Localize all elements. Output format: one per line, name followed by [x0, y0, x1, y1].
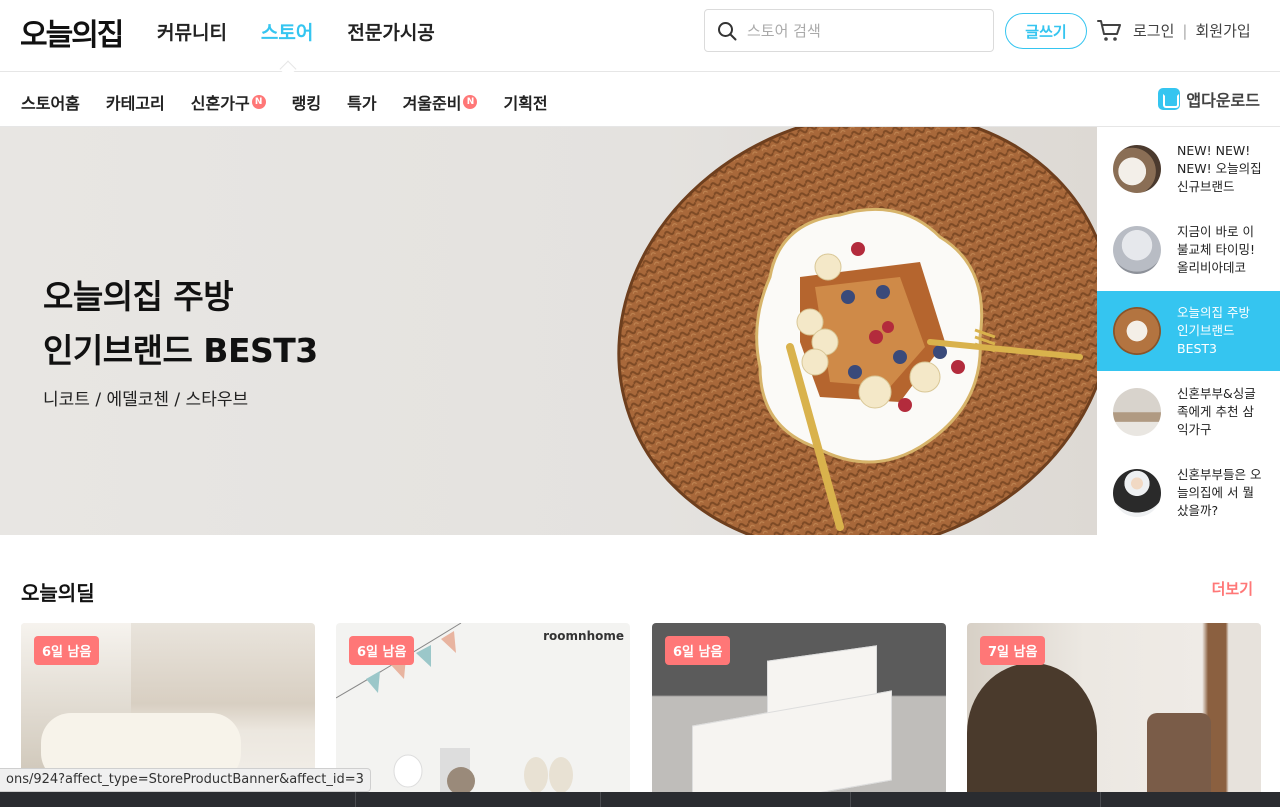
- banner-thumbnail: [1113, 226, 1161, 274]
- app-download-icon: [1158, 88, 1181, 110]
- banner-list-label: NEW! NEW! NEW! 오늘의집 신규브랜드: [1177, 143, 1262, 194]
- banner-list-label: 신혼부부들은 오늘의집에 서 뭘 샀을까?: [1177, 467, 1262, 518]
- hero-banner[interactable]: 오늘의집 주방 인기브랜드 BEST3 니코트 / 에델코첸 / 스타우브: [0, 127, 1097, 535]
- signup-link[interactable]: 회원가입: [1195, 20, 1250, 41]
- subnav-newlywed-furniture[interactable]: 신혼가구 N: [191, 90, 266, 114]
- days-left-badge: 6일 남음: [34, 636, 100, 665]
- deal-card[interactable]: 7일 남음: [967, 623, 1261, 803]
- main-nav: 커뮤니티 스토어 전문가시공: [157, 18, 435, 45]
- new-badge: N: [463, 95, 478, 109]
- banner-list-item[interactable]: 오늘의집 주방 인기브랜드 BEST3: [1097, 291, 1280, 371]
- banner-list-label: 신혼부부&싱글족에게 추천 삼익가구: [1177, 386, 1256, 437]
- search-icon: [718, 21, 737, 40]
- subnav-special-deal[interactable]: 특가: [347, 90, 376, 114]
- hero-food-image: [617, 127, 1097, 535]
- section-title: 오늘의딜: [21, 581, 95, 605]
- app-download-button[interactable]: 앱다운로드: [1158, 87, 1260, 111]
- nav-community[interactable]: 커뮤니티: [157, 18, 227, 45]
- banner-list-item[interactable]: 신혼부부&싱글족에게 추천 삼익가구: [1097, 372, 1280, 452]
- product-image: [692, 690, 892, 803]
- bottom-bar: [0, 792, 1280, 807]
- top-header: 오늘의집 커뮤니티 스토어 전문가시공 글쓰기 로그인 | 회원가입: [0, 0, 1280, 78]
- status-url: ons/924?affect_type=StoreProductBanner&a…: [0, 768, 371, 792]
- banner-thumbnail: [1113, 307, 1161, 355]
- more-link[interactable]: 더보기: [1212, 578, 1253, 599]
- days-left-badge: 6일 남음: [665, 636, 731, 665]
- days-left-badge: 7일 남음: [980, 636, 1046, 665]
- hero-subtitle: 니코트 / 에델코첸 / 스타우브: [43, 390, 249, 410]
- banner-list-item[interactable]: 신혼부부들은 오늘의집에 서 뭘 샀을까?: [1097, 453, 1280, 533]
- hero-title: 오늘의집 주방 인기브랜드 BEST3: [43, 277, 318, 370]
- banner-thumbnail: [1113, 145, 1161, 193]
- banner-list-label: 오늘의집 주방 인기브랜드 BEST3: [1177, 305, 1250, 356]
- banner-list-item[interactable]: 지금이 바로 이불교체 타이밍! 올리비아데코: [1097, 210, 1280, 290]
- deal-card[interactable]: 6일 남음: [652, 623, 946, 803]
- nav-store[interactable]: 스토어: [261, 18, 313, 45]
- auth-separator: |: [1182, 21, 1188, 40]
- new-badge: N: [251, 95, 266, 109]
- banner-thumbnail: [1113, 388, 1161, 436]
- nav-expert[interactable]: 전문가시공: [347, 18, 434, 45]
- search-box[interactable]: [704, 9, 994, 52]
- cart-icon[interactable]: [1096, 17, 1122, 43]
- banner-thumbnail: [1113, 469, 1161, 517]
- search-input[interactable]: [747, 21, 967, 40]
- store-sub-nav: 스토어홈 카테고리 신혼가구 N 랭킹 특가 겨울준비 N 기획전 앱다운로드: [0, 73, 1280, 127]
- login-link[interactable]: 로그인: [1133, 20, 1174, 41]
- product-image: [1147, 713, 1211, 803]
- subnav-category[interactable]: 카테고리: [106, 90, 165, 114]
- subnav-store-home[interactable]: 스토어홈: [21, 90, 80, 114]
- app-download-label: 앱다운로드: [1186, 91, 1260, 110]
- write-button[interactable]: 글쓰기: [1005, 13, 1087, 49]
- subnav-exhibition[interactable]: 기획전: [503, 90, 547, 114]
- product-image: [967, 663, 1097, 803]
- brand-logo: roomnhome: [543, 629, 624, 643]
- auth-links: 로그인 | 회원가입: [1133, 20, 1251, 41]
- deal-card[interactable]: roomnhome 6일 남음: [336, 623, 630, 803]
- banner-list-label: 지금이 바로 이불교체 타이밍! 올리비아데코: [1177, 224, 1255, 275]
- banner-list: NEW! NEW! NEW! 오늘의집 신규브랜드 지금이 바로 이불교체 타이…: [1097, 127, 1280, 535]
- subnav-winter-prep[interactable]: 겨울준비 N: [403, 90, 478, 114]
- subnav-ranking[interactable]: 랭킹: [292, 90, 321, 114]
- days-left-badge: 6일 남음: [349, 636, 415, 665]
- banner-list-item[interactable]: NEW! NEW! NEW! 오늘의집 신규브랜드: [1097, 129, 1280, 209]
- logo[interactable]: 오늘의집: [20, 10, 124, 54]
